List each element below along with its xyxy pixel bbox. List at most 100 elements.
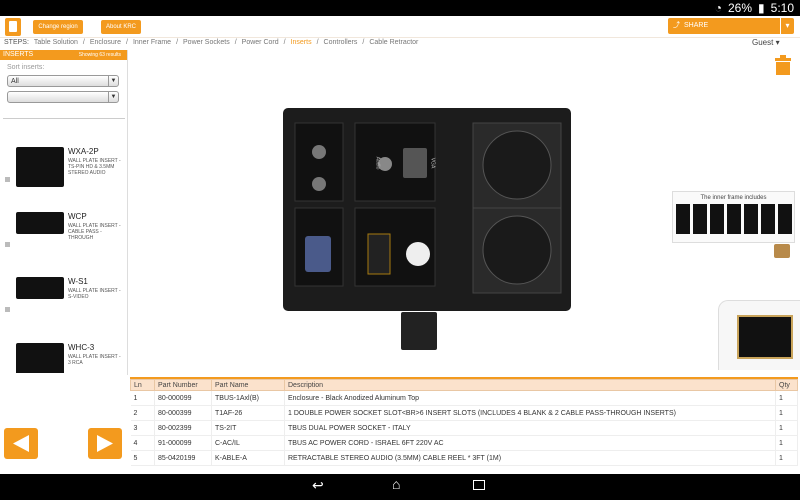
step-table-solution[interactable]: Table Solution — [34, 39, 78, 46]
change-region-button[interactable]: Change region — [33, 20, 83, 34]
insert-thumbnail — [16, 277, 64, 299]
vga-label: VGA — [429, 157, 436, 169]
cell: K-ABLE-A — [211, 450, 285, 466]
list-item[interactable]: WXA-2P WALL PLATE INSERT - TS-PIN HD & 3… — [3, 147, 125, 187]
step-controllers[interactable]: Controllers — [324, 39, 358, 46]
share-icon: ⤴ — [673, 22, 680, 29]
android-nav-bar: ↩ ⌂ — [0, 474, 800, 500]
filter-select[interactable]: ▼ — [7, 91, 119, 103]
table-row[interactable]: 1 80-000099 TBUS-1Axl(B) Enclosure - Black … — [130, 390, 798, 406]
insert-name: WCP — [68, 212, 87, 221]
preview-thumbnail[interactable] — [718, 300, 800, 370]
steps-label: STEPS: — [4, 39, 29, 46]
inserts-header: INSERTS Showing 63 results — [0, 50, 127, 60]
inserts-title: INSERTS — [3, 51, 34, 58]
cell: TS-2IT — [211, 420, 285, 436]
cell: T1AF-26 — [211, 405, 285, 421]
step-inner-frame[interactable]: Inner Frame — [133, 39, 171, 46]
box-icon[interactable] — [774, 244, 790, 258]
cell: Enclosure - Black Anodized Aluminum Top — [284, 390, 776, 406]
cell: TBUS AC POWER CORD - ISRAEL 6FT 220V AC — [284, 435, 776, 451]
list-item[interactable]: WHC-3 WALL PLATE INSERT - 3 RCA — [3, 343, 125, 373]
cell: 5 — [130, 450, 155, 466]
arrow-left-icon — [13, 435, 29, 452]
cell: 1 — [775, 390, 798, 406]
cell: 4 — [130, 435, 155, 451]
battery-text: 26% — [728, 1, 753, 15]
insert-desc: WALL PLATE INSERT - S-VIDEO — [68, 288, 121, 300]
table-row[interactable]: 5 85-0420199 K-ABLE-A RETRACTABLE STEREO AU… — [130, 450, 798, 466]
share-label: SHARE — [684, 22, 709, 29]
table-box-preview: Audio VGA — [283, 108, 571, 311]
inserts-panel: INSERTS Showing 63 results Sort inserts:… — [0, 50, 128, 375]
arrow-right-icon — [97, 435, 113, 452]
inner-frame-panel: The inner frame includes — [672, 191, 795, 243]
col-description: Description — [284, 379, 776, 391]
results-count: Showing 63 results — [78, 52, 121, 58]
insert-desc: WALL PLATE INSERT - 3 RCA — [68, 354, 121, 366]
back-icon[interactable]: ↩ — [312, 477, 324, 494]
status-bar: ◔ 26% ▮ 5:10 — [0, 0, 800, 16]
table-row[interactable]: 3 80-002399 TS-2IT TBUS DUAL POWER SOCKET -… — [130, 420, 798, 436]
sort-label: Sort inserts: — [7, 64, 45, 71]
clock: 5:10 — [770, 1, 794, 15]
steps-breadcrumb: STEPS: Table Solution / Enclosure / Inner … — [4, 39, 419, 46]
list-item[interactable]: W-S1 WALL PLATE INSERT - S-VIDEO — [3, 277, 125, 317]
step-power-sockets[interactable]: Power Sockets — [183, 39, 230, 46]
cell: 80-000399 — [154, 405, 212, 421]
table-row[interactable]: 4 91-000099 C-AC/IL TBUS AC POWER CORD - IS… — [130, 435, 798, 451]
cell: 1 — [775, 405, 798, 421]
list-item[interactable]: WCP WALL PLATE INSERT - CABLE PASS -THRO… — [3, 212, 125, 252]
previous-step-button[interactable] — [4, 428, 38, 459]
cell: 91-000099 — [154, 435, 212, 451]
col-part-name: Part Name — [211, 379, 285, 391]
insert-thumbnail — [16, 212, 64, 234]
cell: TBUS-1Axl(B) — [211, 390, 285, 406]
insert-name: WXA-2P — [68, 147, 99, 156]
chevron-down-icon: ▼ — [108, 92, 118, 102]
home-icon[interactable]: ⌂ — [392, 476, 400, 492]
sort-select[interactable]: All ▼ — [7, 75, 119, 87]
about-button[interactable]: About KRC — [101, 20, 141, 34]
thumbnail-image — [737, 315, 793, 359]
power-cord-image — [401, 312, 437, 350]
cell: 1 — [775, 420, 798, 436]
cell: 80-000099 — [154, 390, 212, 406]
insert-name: W-S1 — [68, 277, 88, 286]
col-ln: Ln — [130, 379, 155, 391]
share-dropdown-icon[interactable]: ▾ — [780, 18, 794, 34]
trash-icon[interactable] — [772, 54, 794, 76]
step-inserts[interactable]: Inserts — [291, 39, 312, 46]
user-menu[interactable]: Guest ▾ — [752, 38, 780, 47]
inner-frame-label: The inner frame includes — [700, 195, 767, 201]
step-enclosure[interactable]: Enclosure — [90, 39, 121, 46]
chevron-down-icon: ▼ — [108, 76, 118, 86]
next-step-button[interactable] — [88, 428, 122, 459]
cell: 1 — [130, 390, 155, 406]
insert-thumbnail — [16, 343, 64, 373]
col-part-number: Part Number — [154, 379, 212, 391]
checkbox[interactable] — [5, 242, 10, 247]
sort-value: All — [11, 78, 19, 85]
cell: 80-002399 — [154, 420, 212, 436]
cell: TBUS DUAL POWER SOCKET - ITALY — [284, 420, 776, 436]
checkbox[interactable] — [5, 307, 10, 312]
insert-desc: WALL PLATE INSERT - TS-PIN HD & 3.5MM ST… — [68, 158, 121, 176]
parts-table: Ln Part Number Part Name Description Qty… — [130, 377, 798, 473]
recents-icon[interactable] — [473, 480, 485, 490]
cell: 1 DOUBLE POWER SOCKET SLOT<BR>6 INSERT S… — [284, 405, 776, 421]
insert-desc: WALL PLATE INSERT - CABLE PASS -THROUGH — [68, 223, 121, 241]
share-button[interactable]: ⤴ SHARE ▾ — [668, 18, 794, 34]
inserts-list[interactable]: WXA-2P WALL PLATE INSERT - TS-PIN HD & 3… — [3, 118, 125, 373]
app-logo-icon[interactable] — [5, 18, 21, 36]
cell: C-AC/IL — [211, 435, 285, 451]
step-power-cord[interactable]: Power Cord — [242, 39, 279, 46]
col-qty: Qty — [775, 379, 798, 391]
wifi-icon: ◔ — [714, 1, 722, 15]
step-cable-retractor[interactable]: Cable Retractor — [369, 39, 418, 46]
table-row[interactable]: 2 80-000399 T1AF-26 1 DOUBLE POWER SOCKET S… — [130, 405, 798, 421]
checkbox[interactable] — [5, 177, 10, 182]
cell: 3 — [130, 420, 155, 436]
cell: 85-0420199 — [154, 450, 212, 466]
audio-label: Audio — [374, 156, 381, 170]
